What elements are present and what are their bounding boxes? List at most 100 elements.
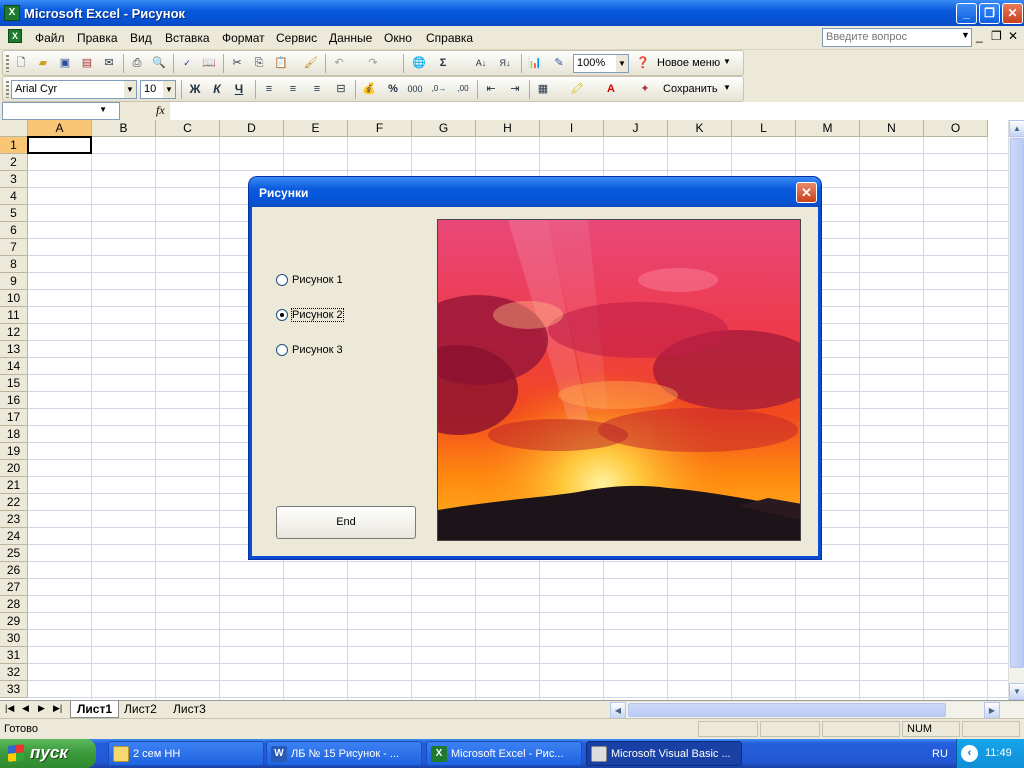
- align-center-icon[interactable]: ≡: [285, 81, 301, 97]
- decrease-decimal-icon[interactable]: ,00: [455, 81, 471, 97]
- bold-button[interactable]: Ж: [187, 81, 203, 97]
- percent-icon[interactable]: %: [385, 81, 401, 97]
- toolbar-grip[interactable]: [6, 81, 9, 98]
- menu-data[interactable]: Данные: [329, 31, 372, 45]
- menu-view[interactable]: Вид: [130, 31, 152, 45]
- chevron-down-icon[interactable]: ▼: [723, 57, 731, 66]
- row-header-30[interactable]: 30: [0, 630, 28, 647]
- next-sheet-icon[interactable]: ▶: [38, 703, 45, 714]
- row-header-10[interactable]: 10: [0, 290, 28, 307]
- undo-icon[interactable]: ↶: [331, 55, 347, 71]
- autosum-icon[interactable]: Σ: [435, 55, 451, 71]
- hyperlink-icon[interactable]: 🌐: [411, 55, 427, 71]
- row-header-24[interactable]: 24: [0, 528, 28, 545]
- ask-question-input[interactable]: Введите вопрос: [822, 28, 972, 47]
- row-header-11[interactable]: 11: [0, 307, 28, 324]
- row-header-9[interactable]: 9: [0, 273, 28, 290]
- row-header-6[interactable]: 6: [0, 222, 28, 239]
- toolbar-grip[interactable]: [6, 55, 9, 72]
- radio-circle-icon[interactable]: [276, 344, 288, 357]
- row-header-23[interactable]: 23: [0, 511, 28, 528]
- align-left-icon[interactable]: ≡: [261, 81, 277, 97]
- column-header-C[interactable]: C: [156, 120, 220, 137]
- row-header-27[interactable]: 27: [0, 579, 28, 596]
- menu-tools[interactable]: Сервис: [276, 31, 317, 45]
- function-icon[interactable]: fx: [156, 103, 165, 118]
- doc-close-button[interactable]: ✕: [1008, 29, 1018, 43]
- column-header-O[interactable]: O: [924, 120, 988, 137]
- column-header-M[interactable]: M: [796, 120, 860, 137]
- sheet-tab-3[interactable]: Лист3: [167, 701, 212, 718]
- decrease-indent-icon[interactable]: ⇤: [483, 81, 499, 97]
- active-cell-A1[interactable]: [27, 136, 92, 154]
- new-menu-button[interactable]: Новое меню: [657, 57, 720, 69]
- column-header-I[interactable]: I: [540, 120, 604, 137]
- column-header-K[interactable]: K: [668, 120, 732, 137]
- first-sheet-icon[interactable]: |◀: [5, 703, 14, 714]
- row-header-33[interactable]: 33: [0, 681, 28, 698]
- workbook-icon[interactable]: X: [8, 29, 22, 43]
- scroll-up-icon[interactable]: ▲: [1009, 120, 1024, 137]
- new-icon[interactable]: 🗋: [13, 55, 29, 71]
- sheet-tab-2[interactable]: Лист2: [118, 701, 163, 718]
- column-header-B[interactable]: B: [92, 120, 156, 137]
- column-header-J[interactable]: J: [604, 120, 668, 137]
- merge-center-icon[interactable]: ⊟: [333, 81, 349, 97]
- paste-icon[interactable]: 📋: [273, 55, 289, 71]
- menu-window[interactable]: Окно: [384, 31, 412, 45]
- print-preview-icon[interactable]: 🔍: [151, 55, 167, 71]
- language-indicator[interactable]: RU: [932, 748, 948, 760]
- save-icon[interactable]: ▣: [57, 55, 73, 71]
- open-icon[interactable]: ▰: [35, 55, 51, 71]
- comma-style-icon[interactable]: 000: [407, 81, 423, 97]
- chevron-down-icon[interactable]: ▼: [723, 83, 731, 92]
- scroll-right-icon[interactable]: ▶: [984, 702, 1000, 719]
- chevron-down-icon[interactable]: ▼: [99, 105, 107, 114]
- restore-button[interactable]: ❐: [979, 3, 1000, 24]
- excel-app-icon[interactable]: X: [4, 5, 20, 21]
- increase-indent-icon[interactable]: ⇥: [507, 81, 523, 97]
- email-icon[interactable]: ✉: [101, 55, 117, 71]
- radio-circle-icon[interactable]: [276, 274, 288, 287]
- format-painter-icon[interactable]: 🖌: [303, 55, 319, 71]
- research-icon[interactable]: 📖: [201, 55, 217, 71]
- prev-sheet-icon[interactable]: ◀: [22, 703, 29, 714]
- horizontal-scrollbar[interactable]: ◀ ▶: [610, 702, 1024, 719]
- chevron-down-icon[interactable]: ▼: [616, 55, 628, 72]
- formula-input[interactable]: [170, 102, 1024, 120]
- row-header-16[interactable]: 16: [0, 392, 28, 409]
- currency-icon[interactable]: 💰: [361, 81, 377, 97]
- hscroll-thumb[interactable]: [628, 703, 946, 717]
- tray-expand-icon[interactable]: ‹: [961, 745, 978, 762]
- increase-decimal-icon[interactable]: ,0→: [431, 81, 447, 97]
- chevron-down-icon[interactable]: ▼: [124, 81, 136, 98]
- row-header-12[interactable]: 12: [0, 324, 28, 341]
- row-header-4[interactable]: 4: [0, 188, 28, 205]
- column-header-F[interactable]: F: [348, 120, 412, 137]
- sheet-tab-1[interactable]: Лист1: [70, 701, 120, 718]
- row-header-28[interactable]: 28: [0, 596, 28, 613]
- chart-wizard-icon[interactable]: 📊: [527, 55, 543, 71]
- copy-icon[interactable]: ⎘: [251, 55, 267, 71]
- row-header-17[interactable]: 17: [0, 409, 28, 426]
- font-name-select[interactable]: Arial Cyr ▼: [11, 80, 137, 99]
- row-header-21[interactable]: 21: [0, 477, 28, 494]
- styles-icon[interactable]: ✦: [637, 81, 653, 97]
- save-menu-button[interactable]: Сохранить: [663, 83, 718, 95]
- row-header-22[interactable]: 22: [0, 494, 28, 511]
- row-header-32[interactable]: 32: [0, 664, 28, 681]
- row-header-20[interactable]: 20: [0, 460, 28, 477]
- vertical-scrollbar[interactable]: ▲ ▼: [1008, 120, 1024, 700]
- chevron-down-icon[interactable]: ▼: [163, 81, 175, 98]
- close-button[interactable]: ✕: [1002, 3, 1023, 24]
- row-header-13[interactable]: 13: [0, 341, 28, 358]
- fill-color-icon[interactable]: 🖍: [569, 81, 585, 97]
- radio-picture-2[interactable]: Рисунок 2: [276, 308, 344, 323]
- row-header-15[interactable]: 15: [0, 375, 28, 392]
- row-header-8[interactable]: 8: [0, 256, 28, 273]
- column-header-D[interactable]: D: [220, 120, 284, 137]
- menu-format[interactable]: Формат: [222, 31, 265, 45]
- dialog-close-button[interactable]: ✕: [796, 182, 817, 203]
- minimize-button[interactable]: _: [956, 3, 977, 24]
- sort-descending-icon[interactable]: Я↓: [497, 55, 513, 71]
